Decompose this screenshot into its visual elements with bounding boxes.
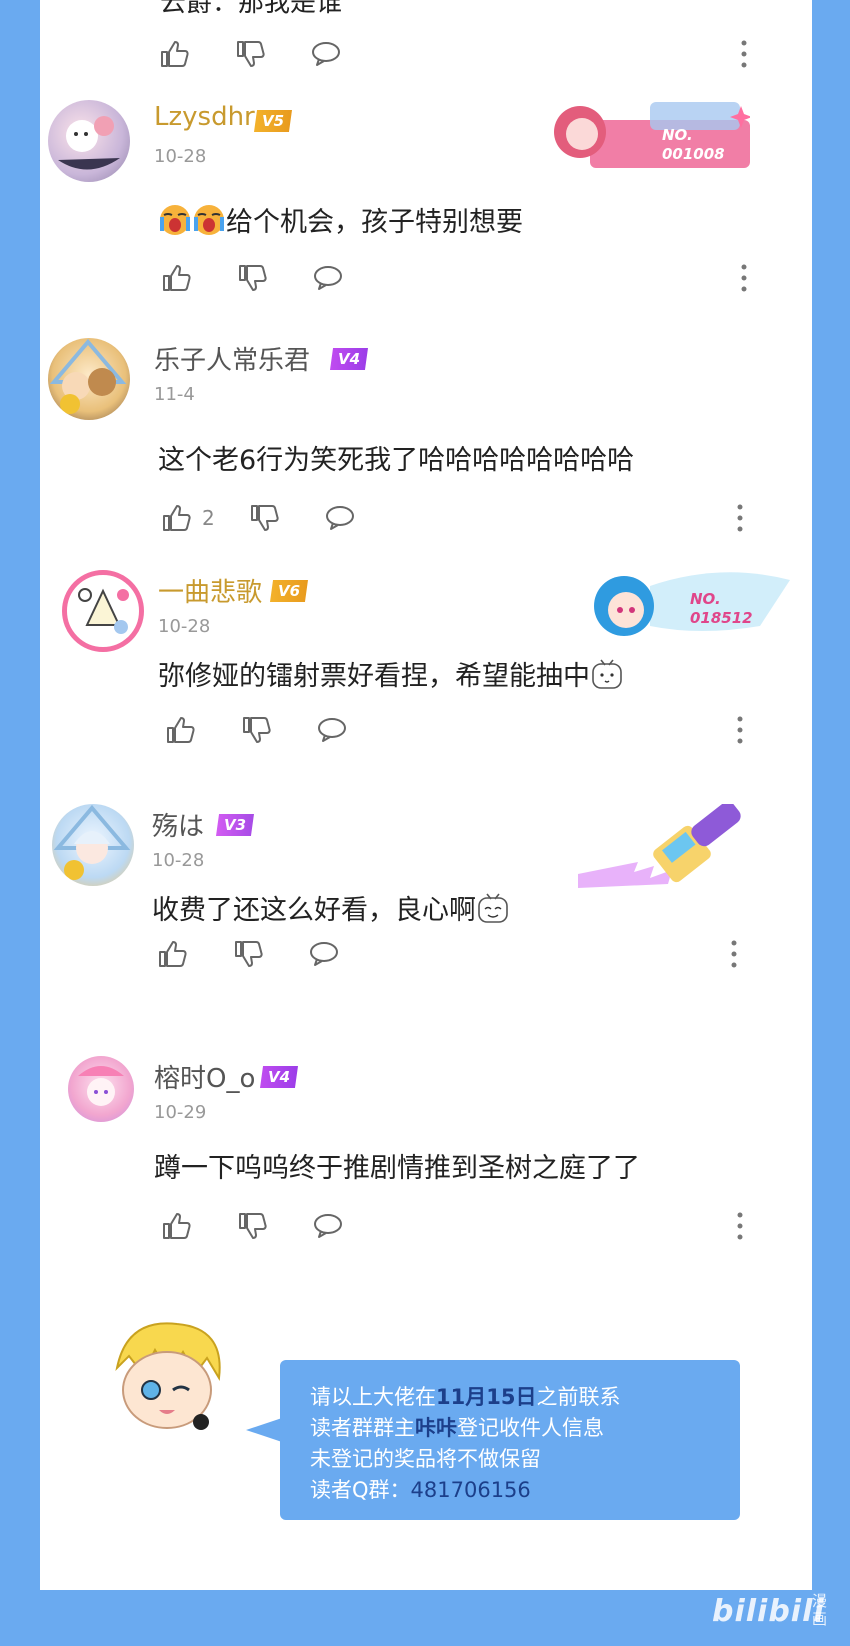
fan-card-decoration: NO. 001008: [550, 100, 752, 170]
notice-line-2: 读者群群主咔咔登记收件人信息: [310, 1416, 604, 1440]
reply-icon[interactable]: [312, 262, 344, 294]
paintbrush-decoration: [578, 801, 752, 896]
username[interactable]: 榕时O_o: [154, 1058, 255, 1095]
comment-actions: 2: [160, 502, 850, 542]
thumb-down-icon[interactable]: [234, 38, 266, 70]
notice-line-3: 未登记的奖品将不做保留: [310, 1447, 541, 1471]
comment-date: 11-4: [154, 384, 195, 405]
username[interactable]: 一曲悲歌: [158, 572, 262, 609]
avatar[interactable]: [52, 804, 134, 886]
comment-partial: 云爵：那我是谁: [40, 0, 812, 80]
thumb-up-icon[interactable]: [164, 714, 196, 746]
tv-face-emoji-icon: [476, 891, 510, 925]
comment-item: Lzysdhr V5 10-28 NO. 001008 给个机会，孩子特别想要: [40, 96, 812, 316]
level-badge: V3: [216, 814, 254, 836]
thumb-down-icon[interactable]: [248, 502, 280, 534]
fan-card-decoration: NO. 018512: [580, 566, 794, 642]
level-badge: V4: [260, 1066, 298, 1088]
more-icon[interactable]: [736, 262, 752, 294]
comment-actions: [156, 938, 850, 978]
comment-text: 云爵：那我是谁: [160, 0, 343, 18]
like-count: 2: [202, 506, 215, 530]
username[interactable]: 乐子人常乐君: [154, 340, 310, 377]
level-badge: V6: [270, 580, 308, 602]
thumb-up-icon[interactable]: [156, 938, 188, 970]
crying-emoji-icon: [192, 203, 226, 237]
notice-line-4: 读者Q群：481706156: [310, 1478, 531, 1502]
reply-icon[interactable]: [316, 714, 348, 746]
more-icon[interactable]: [736, 38, 752, 70]
comment-text: 给个机会，孩子特别想要: [158, 200, 523, 239]
comment-text: 这个老6行为笑死我了哈哈哈哈哈哈哈哈: [158, 445, 635, 476]
level-badge: V5: [254, 110, 292, 132]
fan-number: NO. 001008: [662, 126, 725, 163]
comment-actions: [160, 262, 850, 302]
bilibili-watermark: bilibili 漫画: [712, 1590, 842, 1636]
comment-date: 10-29: [154, 1102, 207, 1123]
avatar[interactable]: [48, 100, 130, 182]
notice-line-1: 请以上大佬在11月15日之前联系: [310, 1385, 621, 1409]
reply-icon[interactable]: [310, 38, 342, 70]
comment-date: 10-28: [154, 146, 207, 167]
comment-date: 10-28: [158, 616, 211, 637]
comment-actions: [164, 714, 850, 754]
thumb-down-icon[interactable]: [236, 262, 268, 294]
avatar[interactable]: [68, 1056, 134, 1122]
notice-bubble: 请以上大佬在11月15日之前联系 读者群群主咔咔登记收件人信息 未登记的奖品将不…: [246, 1360, 740, 1520]
comment-text: 弥修娅的镭射票好看捏，希望能抽中: [158, 654, 624, 693]
level-badge: V4: [330, 348, 368, 370]
thumb-up-icon[interactable]: [158, 38, 190, 70]
reply-icon[interactable]: [312, 1210, 344, 1242]
mascot-image: [107, 1318, 227, 1436]
avatar[interactable]: [48, 338, 130, 420]
comment-actions: [158, 38, 850, 78]
avatar[interactable]: [62, 570, 144, 652]
reply-icon[interactable]: [324, 502, 356, 534]
watermark-sub: 漫画: [812, 1592, 828, 1628]
thumb-up-icon[interactable]: [160, 262, 192, 294]
more-icon[interactable]: [726, 938, 742, 970]
comment-date: 10-28: [152, 850, 205, 871]
more-icon[interactable]: [732, 502, 748, 534]
thumb-up-icon[interactable]: [160, 502, 192, 534]
username[interactable]: 殇は: [152, 806, 204, 843]
fan-number: NO. 018512: [690, 590, 753, 627]
crying-emoji-icon: [158, 203, 192, 237]
thumb-down-icon[interactable]: [236, 1210, 268, 1242]
thumb-down-icon[interactable]: [240, 714, 272, 746]
thumb-up-icon[interactable]: [160, 1210, 192, 1242]
comment-text: 蹲一下呜呜终于推剧情推到圣树之庭了了: [154, 1153, 640, 1184]
username[interactable]: Lzysdhr: [154, 102, 255, 132]
tv-face-emoji-icon: [590, 657, 624, 691]
watermark-brand: bilibili: [712, 1594, 825, 1629]
more-icon[interactable]: [732, 714, 748, 746]
more-icon[interactable]: [732, 1210, 748, 1242]
comment-item: 一曲悲歌 V6 10-28 NO. 018512 弥修娅的镭射票好看捏，希望能抽…: [40, 566, 812, 786]
comment-actions: [160, 1210, 850, 1250]
thumb-down-icon[interactable]: [232, 938, 264, 970]
comment-item: 殇は V3 10-28 收费了还这么好看，良心啊: [40, 800, 812, 1020]
reply-icon[interactable]: [308, 938, 340, 970]
comment-item: 乐子人常乐君 V4 11-4 这个老6行为笑死我了哈哈哈哈哈哈哈哈 2: [40, 334, 812, 554]
comment-text: 收费了还这么好看，良心啊: [152, 888, 510, 927]
comment-item: 榕时O_o V4 10-29 蹲一下呜呜终于推剧情推到圣树之庭了了: [40, 1052, 812, 1272]
